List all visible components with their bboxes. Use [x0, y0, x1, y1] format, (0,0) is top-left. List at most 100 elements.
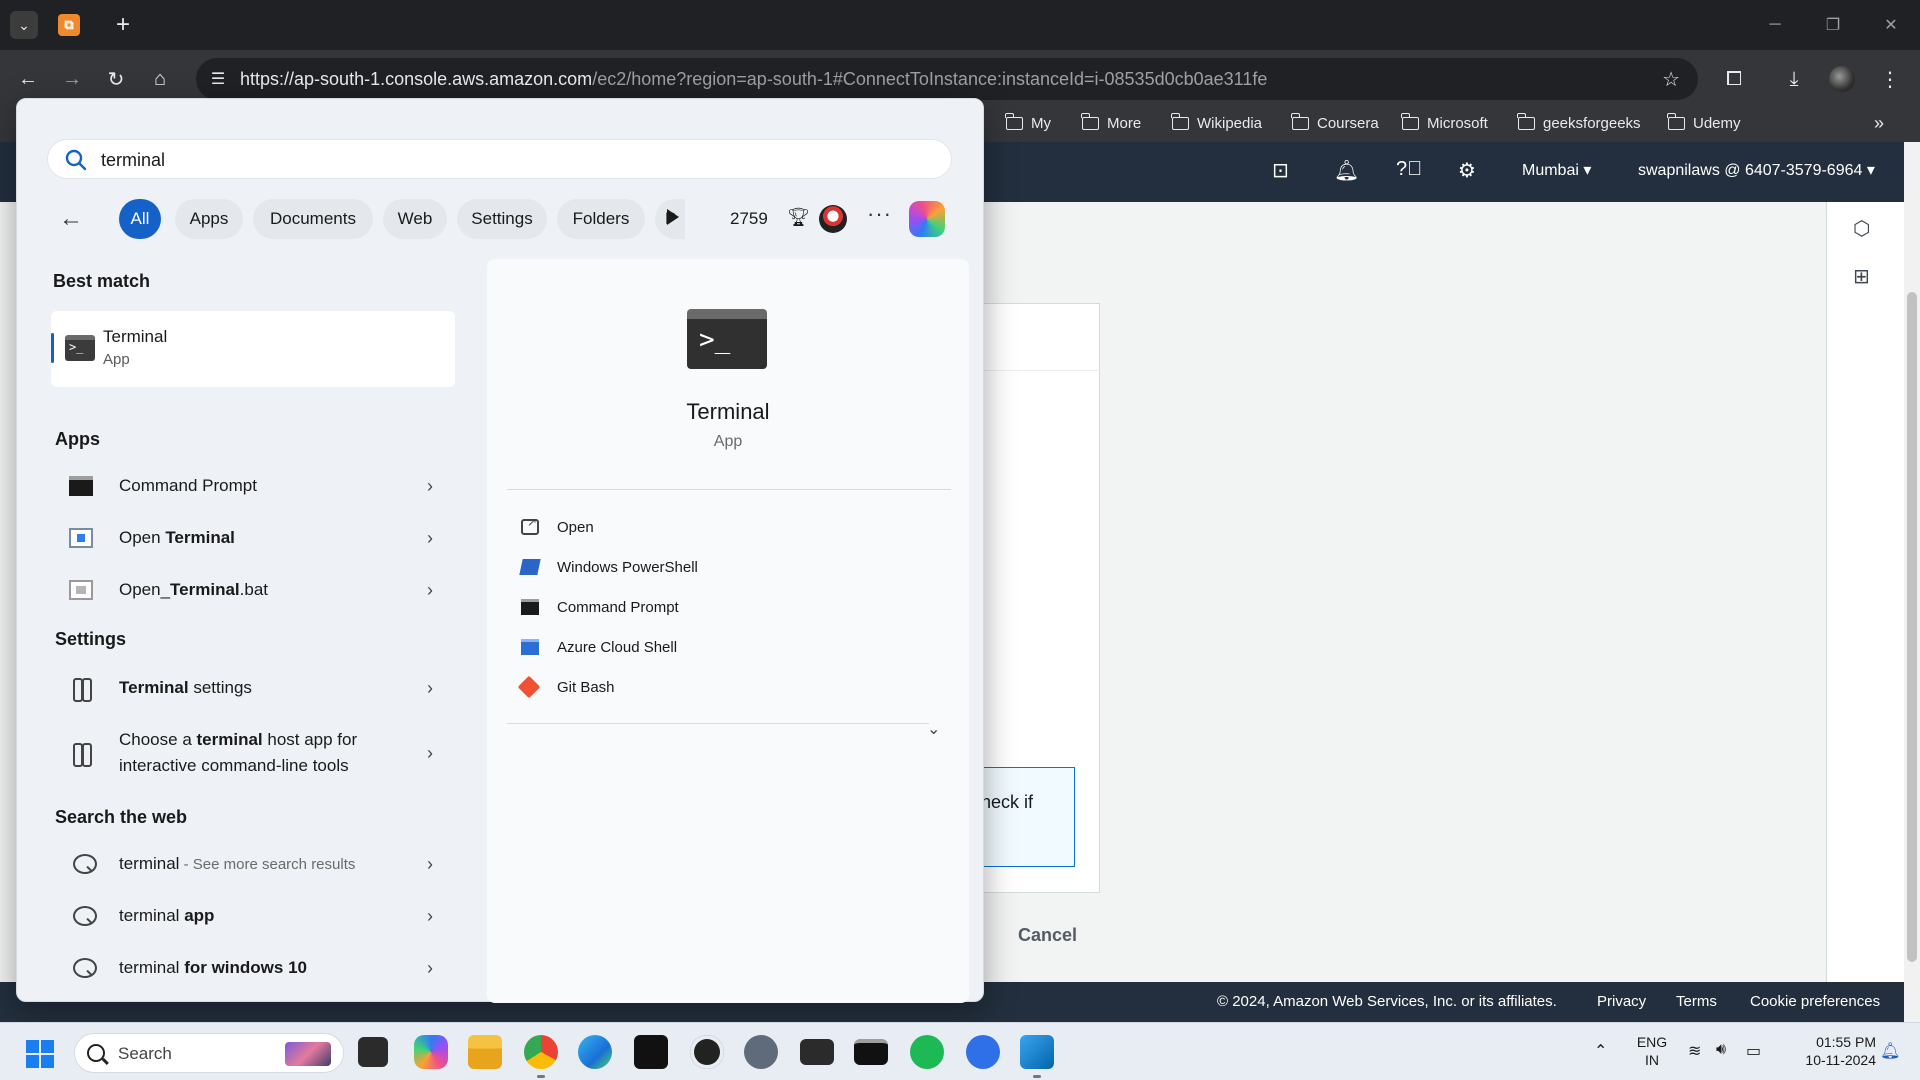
bookmark-folder-wikipedia[interactable]: Wikipedia — [1171, 113, 1262, 132]
filter-folders[interactable]: Folders — [557, 199, 645, 239]
app-result-command-prompt[interactable]: Command Prompt › — [47, 462, 455, 512]
footer-privacy-link[interactable]: Privacy — [1597, 993, 1646, 1010]
more-options-icon[interactable]: ··· — [867, 201, 892, 227]
web-result-terminal-app[interactable]: terminal app › — [47, 892, 455, 942]
extensions-button[interactable]: ⧠ — [1712, 59, 1756, 99]
vscode-icon[interactable] — [1020, 1035, 1054, 1069]
app-result-open-terminal-bat[interactable]: Open_Terminal.bat › — [47, 566, 455, 616]
bookmark-folder-geeksforgeeks[interactable]: geeksforgeeks — [1517, 113, 1641, 132]
filter-settings[interactable]: Settings — [457, 199, 547, 239]
trophy-icon[interactable]: 🏆︎ — [787, 207, 810, 228]
input-language-indicator[interactable]: ENG IN — [1632, 1033, 1672, 1069]
bookmark-folder-my[interactable]: My — [1005, 113, 1051, 132]
address-bar[interactable]: ☰ https://ap-south-1.console.aws.amazon.… — [196, 58, 1698, 100]
web-result-terminal-for-windows-10[interactable]: terminal for windows 10 › — [47, 944, 455, 994]
forward-button[interactable]: → — [50, 59, 94, 99]
cancel-button[interactable]: Cancel — [1018, 925, 1077, 946]
action-windows-powershell[interactable]: Windows PowerShell — [517, 553, 917, 585]
reload-button[interactable]: ↻ — [94, 59, 138, 99]
cloudshell-icon[interactable]: ⊡ — [1272, 158, 1289, 183]
restore-button[interactable]: ❐ — [1804, 0, 1862, 50]
tab-list-button[interactable]: ⌄ — [10, 11, 38, 39]
wifi-icon[interactable]: ≋ — [1688, 1041, 1701, 1080]
app-result-open-terminal[interactable]: Open Terminal › — [47, 514, 455, 564]
back-arrow-icon[interactable]: ← — [59, 205, 83, 233]
chevron-right-icon[interactable]: › — [427, 528, 433, 549]
notion-icon[interactable] — [634, 1035, 668, 1069]
search-input[interactable] — [101, 146, 921, 174]
rail-feedback-icon[interactable]: ⊞ — [1853, 264, 1870, 289]
chevron-right-icon[interactable]: › — [427, 580, 433, 601]
system-clock[interactable]: 01:55 PM 10-11-2024 — [1780, 1033, 1876, 1069]
battery-icon[interactable]: ▭ — [1746, 1041, 1761, 1080]
chrome-icon[interactable] — [524, 1035, 558, 1069]
browser-menu-button[interactable]: ⋮ — [1868, 59, 1912, 99]
account-menu[interactable]: swapnilaws @ 6407-3579-6964 ▾ — [1638, 160, 1875, 180]
bookmark-folder-more[interactable]: More — [1081, 113, 1141, 132]
back-button[interactable]: ← — [6, 59, 50, 99]
footer-cookie-link[interactable]: Cookie preferences — [1750, 993, 1880, 1010]
home-button[interactable]: ⌂ — [138, 59, 182, 99]
search-box[interactable] — [47, 139, 952, 179]
filter-web[interactable]: Web — [383, 199, 447, 239]
scrollbar-thumb[interactable] — [1907, 292, 1917, 962]
filter-all[interactable]: All — [119, 199, 161, 239]
settings-gear-icon[interactable]: ⚙ — [1458, 158, 1476, 183]
action-git-bash[interactable]: Git Bash — [517, 673, 917, 705]
task-view-icon[interactable] — [358, 1037, 388, 1067]
command-prompt-taskbar-icon[interactable] — [854, 1039, 888, 1065]
copilot-taskbar-icon[interactable] — [414, 1035, 448, 1069]
chevron-right-icon[interactable]: › — [427, 476, 433, 497]
volume-icon[interactable]: 🔊︎ — [1716, 1041, 1726, 1080]
aws-tab[interactable]: ⧉ — [58, 14, 80, 36]
copilot-icon[interactable] — [909, 201, 945, 237]
help-icon[interactable]: ?⃝ — [1396, 158, 1422, 181]
account-avatar[interactable] — [819, 205, 847, 233]
profile-button[interactable] — [1820, 59, 1864, 99]
chat-app-icon[interactable] — [966, 1035, 1000, 1069]
filter-apps[interactable]: Apps — [175, 199, 243, 239]
expand-chevron-icon[interactable]: ⌄ — [927, 719, 940, 739]
file-explorer-icon[interactable] — [468, 1035, 502, 1069]
chevron-right-icon[interactable]: › — [427, 743, 433, 764]
notification-bell-icon[interactable]: 🔔︎ — [1880, 1041, 1900, 1080]
minimize-button[interactable]: ─ — [1746, 0, 1804, 50]
close-window-button[interactable]: ✕ — [1862, 0, 1920, 50]
edge-icon[interactable] — [578, 1035, 612, 1069]
action-command-prompt[interactable]: Command Prompt — [517, 593, 917, 625]
new-tab-button[interactable]: + — [116, 13, 130, 37]
region-selector[interactable]: Mumbai ▾ — [1522, 160, 1591, 180]
bookmarks-overflow-button[interactable]: » — [1874, 113, 1884, 134]
bookmark-folder-coursera[interactable]: Coursera — [1291, 113, 1379, 132]
settings-result-choose-terminal-host[interactable]: Choose a terminal host app for interactiv… — [47, 717, 455, 791]
taskbar-search[interactable]: Search — [74, 1033, 344, 1073]
action-azure-cloud-shell[interactable]: Azure Cloud Shell — [517, 633, 917, 665]
bookmark-star-icon[interactable]: ☆ — [1662, 67, 1680, 92]
action-open[interactable]: Open — [517, 513, 917, 545]
filter-documents[interactable]: Documents — [253, 199, 373, 239]
web-result-terminal[interactable]: terminal - See more search results › — [47, 840, 455, 890]
chevron-right-icon[interactable]: › — [427, 678, 433, 699]
chevron-right-icon[interactable]: › — [427, 854, 433, 875]
rail-info-icon[interactable]: ⬡ — [1853, 216, 1870, 241]
notifications-bell-icon[interactable]: 🔔︎ — [1334, 158, 1359, 183]
settings-result-terminal-settings[interactable]: Terminal settings › — [47, 664, 455, 714]
show-hidden-icons-chevron-icon[interactable]: ⌃ — [1594, 1041, 1607, 1080]
page-scrollbar[interactable] — [1904, 142, 1920, 1022]
media-player-icon[interactable] — [690, 1035, 724, 1069]
best-match-terminal[interactable]: Terminal App — [51, 311, 455, 387]
url-text[interactable]: https://ap-south-1.console.aws.amazon.co… — [240, 69, 1267, 90]
site-info-icon[interactable]: ☰ — [196, 69, 240, 89]
settings-app-icon[interactable] — [744, 1035, 778, 1069]
terminal-taskbar-icon[interactable] — [800, 1039, 834, 1065]
bookmark-folder-microsoft[interactable]: Microsoft — [1401, 113, 1488, 132]
rewards-points[interactable]: 2759 — [730, 209, 768, 229]
spotify-icon[interactable] — [910, 1035, 944, 1069]
chevron-right-icon[interactable]: › — [427, 958, 433, 979]
scroll-filters-right-icon[interactable] — [667, 209, 679, 225]
footer-terms-link[interactable]: Terms — [1676, 993, 1717, 1010]
start-button[interactable] — [26, 1040, 54, 1068]
chevron-right-icon[interactable]: › — [427, 906, 433, 927]
downloads-button[interactable]: ⤓ — [1772, 59, 1816, 99]
bookmark-folder-udemy[interactable]: Udemy — [1667, 113, 1741, 132]
